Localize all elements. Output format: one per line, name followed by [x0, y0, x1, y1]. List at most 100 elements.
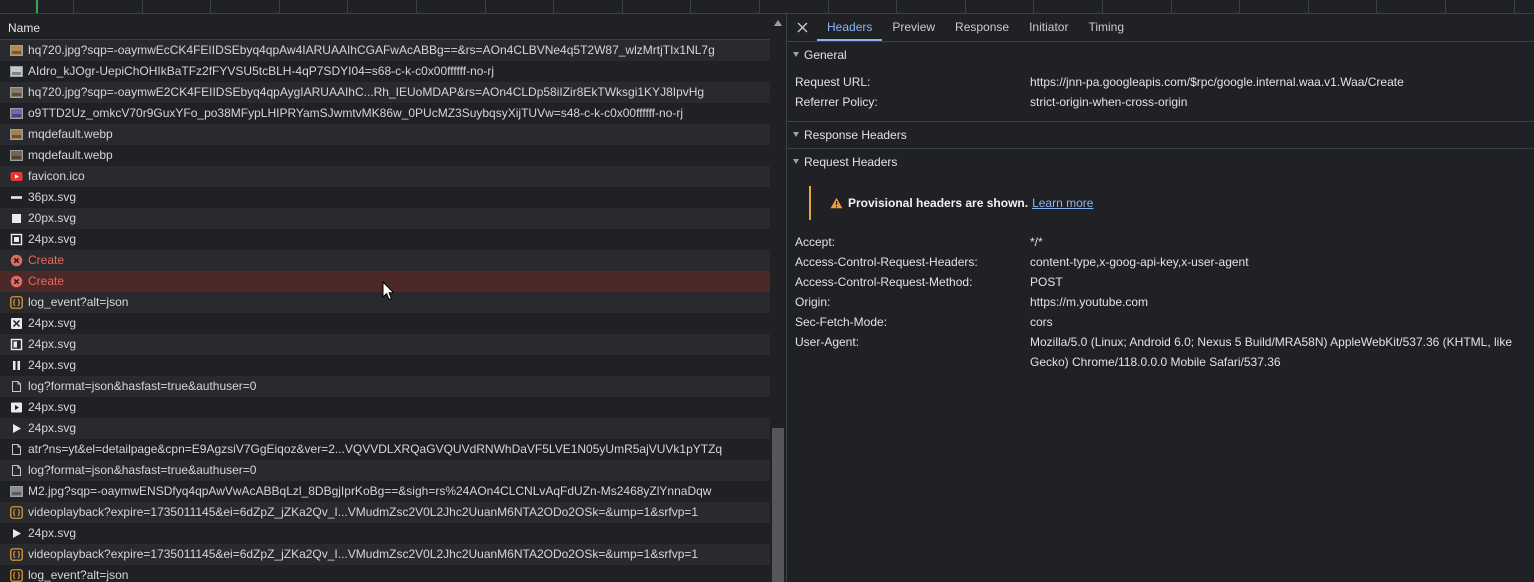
svg-dice-icon [10, 317, 23, 330]
close-details-button[interactable] [787, 14, 817, 41]
request-headers-toggle[interactable]: Request Headers [787, 149, 1534, 175]
request-name: 24px.svg [28, 526, 77, 540]
request-row[interactable]: 24px.svg [0, 313, 770, 334]
warning-icon [830, 197, 843, 209]
timeline-gridline [279, 0, 280, 13]
timeline-gridline [1033, 0, 1034, 13]
request-row[interactable]: hq720.jpg?sqp=-oaymwE2CK4FEIIDSEbyq4qpAy… [0, 82, 770, 103]
request-row[interactable]: AIdro_kJOgr-UepiChOHIkBaTFz2fFYVSU5tcBLH… [0, 61, 770, 82]
image-thumbnail-icon [10, 128, 23, 141]
image-thumbnail-icon [10, 65, 23, 78]
document-icon [10, 443, 23, 456]
request-name: AIdro_kJOgr-UepiChOHIkBaTFz2fFYVSU5tcBLH… [28, 64, 495, 78]
header-row: User-Agent: Mozilla/5.0 (Linux; Android … [787, 332, 1534, 372]
fetch-icon [10, 296, 23, 309]
request-row[interactable]: atr?ns=yt&el=detailpage&cpn=E9AgzsiV7GgE… [0, 439, 770, 460]
request-row[interactable]: log?format=json&hasfast=true&authuser=0 [0, 376, 770, 397]
request-row[interactable]: favicon.ico [0, 166, 770, 187]
request-name: M2.jpg?sqp=-oaymwENSDfyq4qpAwVwAcABBqLzl… [28, 484, 712, 498]
request-row[interactable]: videoplayback?expire=1735011145&ei=6dZpZ… [0, 502, 770, 523]
svg-screen-icon [10, 233, 23, 246]
image-thumbnail-icon [10, 149, 23, 162]
request-name: Create [28, 274, 65, 288]
svg-play-box-icon [10, 401, 23, 414]
request-row[interactable]: M2.jpg?sqp=-oaymwENSDfyq4qpAwVwAcABBqLzl… [0, 481, 770, 502]
timeline-gridline [210, 0, 211, 13]
header-value: content-type,x-goog-api-key,x-user-agent [1030, 255, 1249, 269]
scrollbar-thumb[interactable] [772, 428, 784, 582]
header-value: Mozilla/5.0 (Linux; Android 6.0; Nexus 5… [1030, 335, 1513, 369]
header-row: Request URL: https://jnn-pa.googleapis.c… [787, 72, 1534, 92]
tab-headers[interactable]: Headers [817, 14, 883, 41]
general-section-toggle[interactable]: General [787, 42, 1534, 68]
request-row[interactable]: 24px.svg [0, 355, 770, 376]
request-name: 24px.svg [28, 421, 77, 435]
youtube-favicon-icon [10, 170, 23, 183]
timeline-gridline [965, 0, 966, 13]
details-tab-bar: Headers Preview Response Initiator Timin… [787, 14, 1534, 42]
error-icon [10, 275, 23, 288]
devtools-network-panel: Name hq720.jpg?sqp=-oaymwEcCK4FEIIDSEbyq… [0, 0, 1534, 582]
timeline-gridline [759, 0, 760, 13]
header-name: Request URL: [795, 75, 871, 89]
scroll-up-arrow-icon[interactable] [774, 20, 782, 26]
request-row[interactable]: 24px.svg [0, 418, 770, 439]
request-row[interactable]: videoplayback?expire=1735011145&ei=6dZpZ… [0, 544, 770, 565]
tab-response[interactable]: Response [945, 14, 1019, 41]
tab-initiator[interactable]: Initiator [1019, 14, 1078, 41]
timeline-gridline [553, 0, 554, 13]
header-value: POST [1030, 275, 1063, 289]
request-row[interactable]: log_event?alt=json [0, 565, 770, 582]
request-row[interactable]: 24px.svg [0, 397, 770, 418]
response-headers-toggle[interactable]: Response Headers [787, 122, 1534, 148]
timeline-gridline [1514, 0, 1515, 13]
header-value: cors [1030, 315, 1053, 329]
header-row: Referrer Policy: strict-origin-when-cros… [787, 92, 1534, 112]
general-fields: Request URL: https://jnn-pa.googleapis.c… [787, 72, 1534, 112]
request-name: 24px.svg [28, 337, 77, 351]
image-thumbnail-icon [10, 485, 23, 498]
request-row[interactable]: hq720.jpg?sqp=-oaymwEcCK4FEIIDSEbyq4qpAw… [0, 40, 770, 61]
header-name: Origin: [795, 295, 831, 309]
request-row[interactable]: o9TTD2Uz_omkcV70r9GuxYFo_po38MFypLHIPRYa… [0, 103, 770, 124]
request-row[interactable]: 20px.svg [0, 208, 770, 229]
fetch-icon [10, 569, 23, 582]
request-list-scrollbar[interactable] [770, 14, 786, 582]
request-row[interactable]: log?format=json&hasfast=true&authuser=0 [0, 460, 770, 481]
request-headers-section: Request Headers Provisional headers are … [787, 149, 1534, 372]
triangle-down-icon [793, 52, 799, 58]
header-name: Referrer Policy: [795, 95, 878, 109]
section-title: General [804, 48, 847, 62]
tab-timing[interactable]: Timing [1078, 14, 1134, 41]
request-name: videoplayback?expire=1735011145&ei=6dZpZ… [28, 505, 699, 519]
learn-more-link[interactable]: Learn more [1032, 196, 1093, 210]
triangle-down-icon [793, 159, 799, 165]
header-name: Accept: [795, 235, 836, 249]
request-row[interactable]: 24px.svg [0, 229, 770, 250]
request-row[interactable]: 24px.svg [0, 334, 770, 355]
request-row[interactable]: Create [0, 250, 770, 271]
svg-dash-icon [10, 191, 23, 204]
header-name: User-Agent: [795, 335, 860, 349]
request-name: log_event?alt=json [28, 295, 129, 309]
fetch-icon [10, 506, 23, 519]
timeline-gridline [828, 0, 829, 13]
request-name: Create [28, 253, 65, 267]
request-row[interactable]: 24px.svg [0, 523, 770, 544]
header-name: Sec-Fetch-Mode: [795, 315, 888, 329]
request-row[interactable]: mqdefault.webp [0, 124, 770, 145]
timeline-gridline [1171, 0, 1172, 13]
request-row[interactable]: mqdefault.webp [0, 145, 770, 166]
header-value: https://jnn-pa.googleapis.com/$rpc/googl… [1030, 75, 1404, 89]
timeline-gridline [690, 0, 691, 13]
triangle-down-icon [793, 132, 799, 138]
request-row[interactable]: 36px.svg [0, 187, 770, 208]
header-row: Accept: */* [787, 232, 1534, 252]
timeline-gridline [622, 0, 623, 13]
network-overview-timeline[interactable] [0, 0, 1534, 14]
tab-preview[interactable]: Preview [882, 14, 945, 41]
request-name: o9TTD2Uz_omkcV70r9GuxYFo_po38MFypLHIPRYa… [28, 106, 684, 120]
svg-play-icon [10, 422, 23, 435]
name-column-header[interactable]: Name [0, 14, 770, 40]
fetch-icon [10, 548, 23, 561]
